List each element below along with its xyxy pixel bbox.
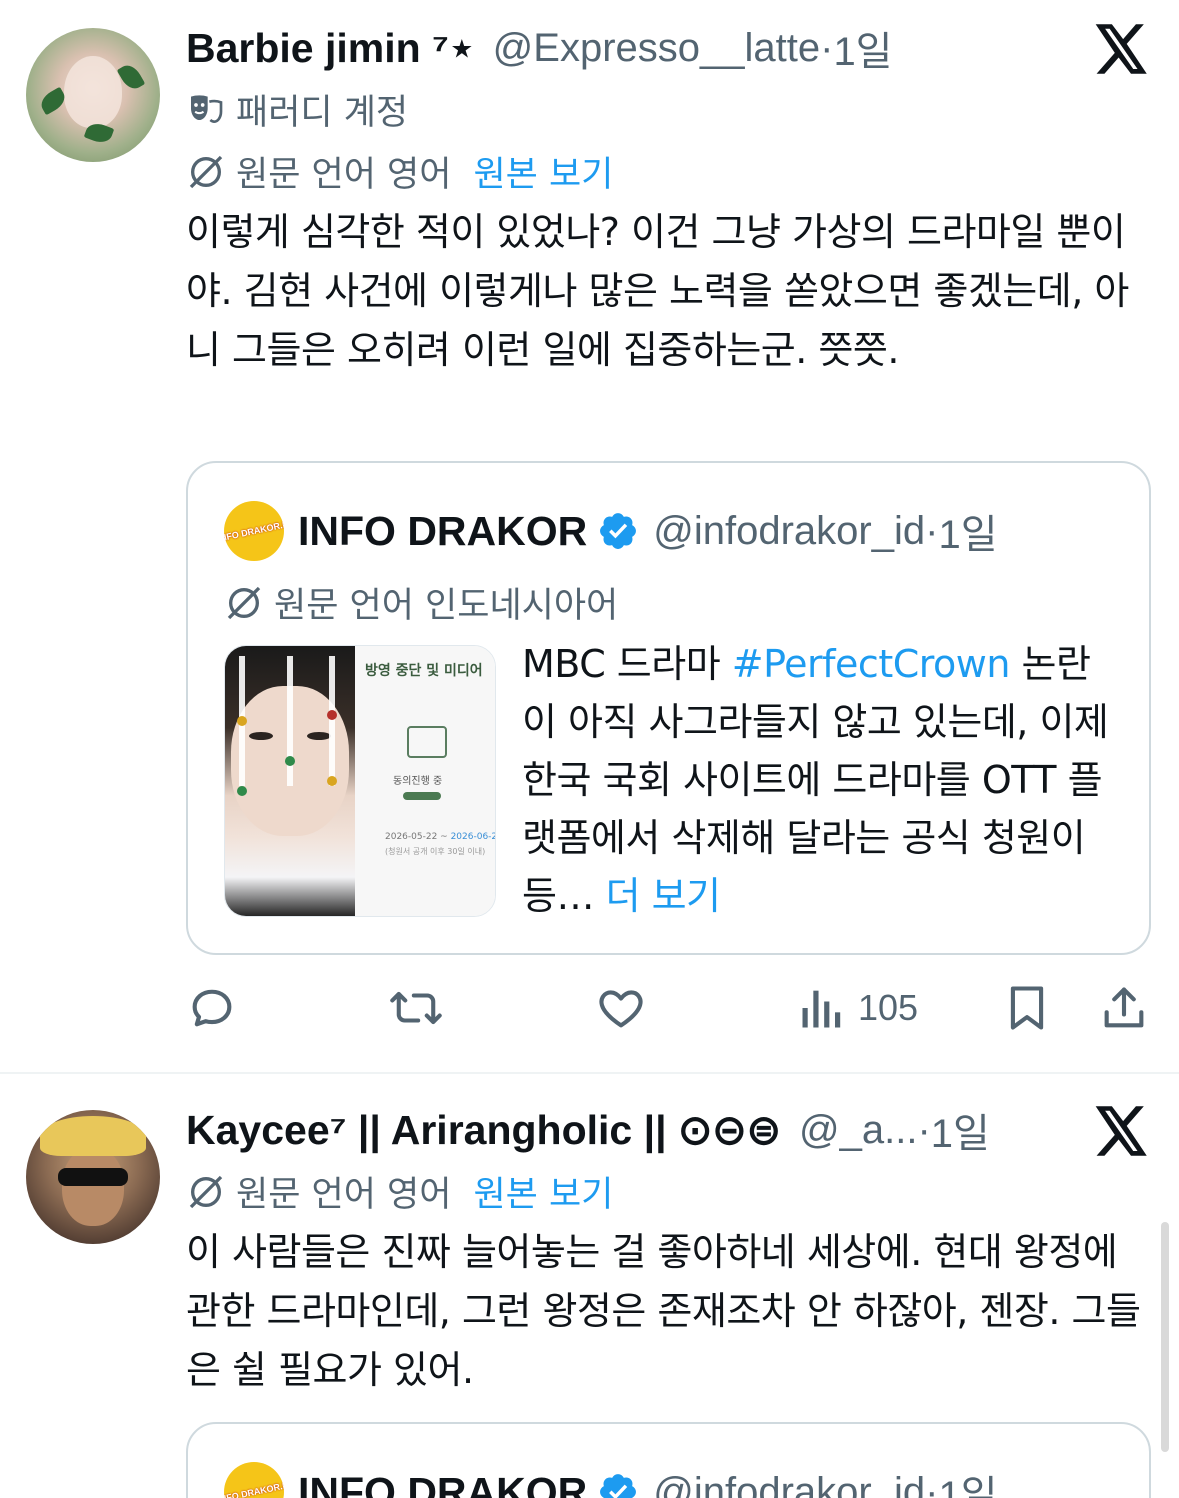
quote-author-name: INFO DRAKOR: [298, 507, 588, 554]
author-name[interactable]: Kaycee⁷ || Arirangholic || ⊙⊝⊜: [186, 1106, 781, 1154]
translation-row: 원문 언어 영어 원본 보기: [186, 146, 613, 197]
quote-author-handle: @infodrakor_id: [653, 1469, 926, 1498]
original-language: 원문 언어 영어: [236, 155, 452, 195]
media-bead: [237, 716, 247, 726]
show-original-link[interactable]: 원본 보기: [473, 1166, 613, 1217]
media-bead: [327, 776, 337, 786]
quote-avatar-text: INFO DRAKOR.ID: [224, 1478, 284, 1498]
bookmark-button[interactable]: [1004, 982, 1050, 1034]
avatar-sunglasses: [58, 1168, 128, 1186]
avatar-hat: [40, 1116, 146, 1156]
parody-text: 패러디 계정: [236, 93, 409, 133]
x-logo-icon: [1095, 1106, 1147, 1156]
tweet-text: 이렇게 심각한 적이 있었나? 이건 그냥 가상의 드라마일 뿐이야. 김현 사…: [186, 210, 1129, 372]
x-logo-icon: [1095, 24, 1147, 74]
separator-dot: ·: [925, 508, 939, 553]
like-button[interactable]: [594, 982, 648, 1034]
author-name[interactable]: Barbie jimin ⁷⋆: [186, 24, 475, 72]
share-icon: [1104, 987, 1144, 1028]
tweet[interactable]: Kaycee⁷ || Arirangholic || ⊙⊝⊜ @_a... · …: [0, 1074, 1179, 1498]
media-photo: [225, 646, 355, 916]
theater-mask-icon: [191, 94, 223, 123]
quote-translation-row: 원문 언어 인도네시아어: [224, 577, 618, 628]
media-eye: [249, 732, 273, 740]
quote-avatar: INFO DRAKOR.ID: [224, 501, 284, 561]
author-handle[interactable]: @_a...: [799, 1108, 917, 1153]
media-date: 2026-05-22 ~ 2026-06-21: [385, 832, 495, 842]
quote-avatar-text: INFO DRAKOR.ID: [224, 517, 284, 544]
views-chart-icon: [802, 990, 841, 1028]
quote-text: MBC 드라마 #PerfectCrown 논란이 아직 사그라들지 않고 있는…: [522, 635, 1122, 925]
media-eye: [307, 732, 331, 740]
quote-original-language: 원문 언어 인도네시아어: [274, 586, 619, 626]
media-title: 방영 중단 및 미디어: [365, 663, 483, 679]
hashtag-link[interactable]: #PerfectCrown: [732, 642, 1011, 686]
quote-media-thumbnail[interactable]: 방영 중단 및 미디어 동의진행 중 2026-05-22 ~ 2026-06-…: [224, 645, 496, 917]
original-language: 원문 언어 영어: [236, 1175, 452, 1215]
views-count: 105: [858, 987, 919, 1028]
author-avatar[interactable]: [26, 1110, 160, 1244]
tweet[interactable]: Barbie jimin ⁷⋆ @Expresso__latte · 1일 패러…: [0, 0, 1179, 1072]
tweet-header: Kaycee⁷ || Arirangholic || ⊙⊝⊜ @_a... · …: [186, 1102, 990, 1158]
reply-button[interactable]: [186, 982, 238, 1034]
reply-icon: [192, 989, 232, 1027]
retweet-button[interactable]: [388, 982, 444, 1034]
quote-author-name: INFO DRAKOR: [298, 1468, 588, 1498]
tweet-header: Barbie jimin ⁷⋆ @Expresso__latte · 1일: [186, 20, 892, 76]
tweet-text: 이 사람들은 진짜 늘어놓는 걸 좋아하네 세상에. 현대 왕정에 관한 드라마…: [186, 1230, 1141, 1392]
author-handle[interactable]: @Expresso__latte: [493, 26, 820, 71]
globe-off-icon: [189, 1175, 223, 1208]
tweet-time[interactable]: 1일: [833, 19, 892, 77]
media-bead: [237, 786, 247, 796]
translation-row: 원문 언어 영어 원본 보기: [186, 1166, 613, 1217]
media-status: 동의진행 중: [393, 776, 443, 787]
globe-off-icon: [189, 155, 223, 188]
globe-off-icon: [227, 586, 261, 619]
show-original-link[interactable]: 원본 보기: [473, 146, 613, 197]
media-string: [329, 656, 335, 786]
quoted-tweet[interactable]: INFO DRAKOR.ID INFO DRAKOR @infodrakor_i…: [186, 461, 1151, 955]
parody-label: 패러디 계정: [186, 84, 408, 135]
media-status-pill: [403, 792, 441, 800]
separator-dot: ·: [917, 1107, 931, 1152]
share-button[interactable]: [1100, 982, 1148, 1034]
media-string: [287, 656, 293, 786]
quote-header: INFO DRAKOR.ID INFO DRAKOR @infodrakor_i…: [224, 1462, 998, 1498]
show-more-link[interactable]: 더 보기: [606, 874, 721, 918]
media-bead: [327, 710, 337, 720]
verified-badge-icon: [600, 513, 637, 549]
tweet-time[interactable]: 1일: [931, 1101, 990, 1159]
quoted-tweet[interactable]: INFO DRAKOR.ID INFO DRAKOR @infodrakor_i…: [186, 1422, 1151, 1498]
quote-avatar: INFO DRAKOR.ID: [224, 1462, 284, 1498]
quote-text-part: MBC 드라마: [522, 642, 732, 686]
media-bead: [285, 756, 295, 766]
avatar-face: [64, 56, 122, 128]
avatar-face: [62, 1148, 124, 1226]
media-document-icon: [407, 726, 447, 758]
views-button[interactable]: 105: [800, 982, 918, 1034]
quote-time: 1일: [938, 1474, 998, 1498]
author-avatar[interactable]: [26, 28, 160, 162]
quote-author-handle: @infodrakor_id: [653, 508, 926, 553]
heart-icon: [599, 990, 643, 1028]
verified-badge-icon: [600, 1474, 637, 1498]
quote-header: INFO DRAKOR.ID INFO DRAKOR @infodrakor_i…: [224, 501, 998, 561]
media-document: 방영 중단 및 미디어 동의진행 중 2026-05-22 ~ 2026-06-…: [355, 646, 495, 916]
tweet-actions: 105: [186, 978, 1151, 1038]
separator-dot: ·: [820, 25, 834, 70]
retweet-icon: [390, 991, 442, 1025]
scrollbar[interactable]: [1161, 1222, 1169, 1452]
quote-time: 1일: [938, 513, 998, 557]
media-note: (청원서 공개 이후 30일 이내): [385, 847, 486, 856]
separator-dot: ·: [925, 1469, 939, 1498]
bookmark-icon: [1010, 986, 1044, 1030]
